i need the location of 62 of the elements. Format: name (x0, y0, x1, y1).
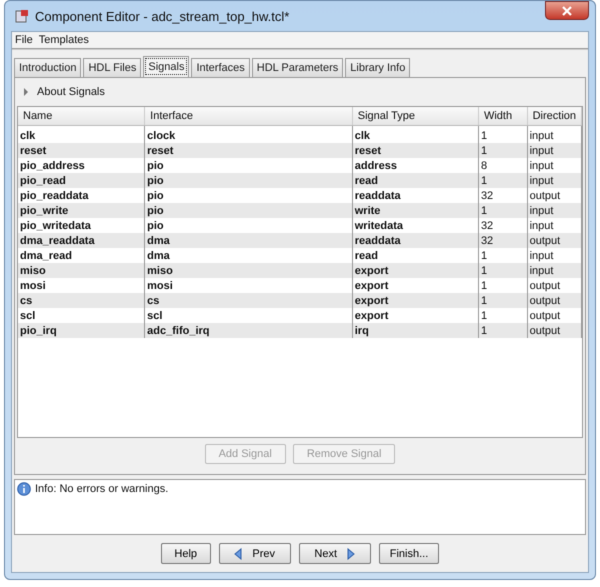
table-cell: export (352, 263, 478, 278)
tab[interactable]: Introduction (14, 58, 82, 78)
table-cell: cs (18, 293, 145, 308)
footer-button[interactable]: Prev (218, 543, 291, 564)
tab[interactable]: HDL Parameters (252, 58, 344, 78)
table-cell: input (527, 263, 582, 278)
table-cell: export (352, 293, 478, 308)
table-cell: input (527, 143, 582, 158)
menu-item[interactable]: File (15, 34, 33, 46)
column-header[interactable]: Width (478, 107, 528, 126)
table-cell: reset (352, 143, 478, 158)
table-cell: 1 (478, 203, 528, 218)
section-label[interactable]: About Signals (37, 86, 105, 98)
table-cell: readdata (352, 233, 478, 248)
table-cell: write (352, 203, 478, 218)
table-cell: reset (18, 143, 145, 158)
table-cell: pio_read (18, 173, 145, 188)
table-cell: 1 (478, 293, 528, 308)
tab[interactable]: Library Info (345, 58, 410, 78)
table-cell: adc_fifo_irq (144, 323, 352, 338)
table-cell: pio_irq (18, 323, 145, 338)
table-cell: read (352, 173, 478, 188)
column-header[interactable]: Signal Type (352, 107, 478, 126)
column-header[interactable]: Direction (527, 107, 582, 126)
table-cell: reset (144, 143, 352, 158)
table-cell: pio (144, 203, 352, 218)
table-cell: irq (352, 323, 478, 338)
table-cell: output (527, 293, 582, 308)
table-cell: 1 (478, 263, 528, 278)
right-triangle-icon (347, 548, 356, 560)
footer-button[interactable]: Next (298, 543, 371, 564)
table-cell: 1 (478, 323, 528, 338)
close-icon (562, 6, 572, 16)
menu-item[interactable]: Templates (38, 34, 89, 46)
table-cell: miso (18, 263, 145, 278)
table-cell: input (527, 173, 582, 188)
table-cell: output (527, 233, 582, 248)
table-cell: 1 (478, 143, 528, 158)
column-header[interactable]: Interface (144, 107, 352, 126)
table-cell: cs (144, 293, 352, 308)
table-cell: 32 (478, 233, 528, 248)
table-cell: miso (144, 263, 352, 278)
footer-button[interactable]: Help (160, 543, 211, 564)
table-cell: dma_readdata (18, 233, 145, 248)
table-cell: dma (144, 233, 352, 248)
tab[interactable]: Signals (143, 56, 190, 78)
table-cell: pio (144, 173, 352, 188)
table-cell: pio_write (18, 203, 145, 218)
info-icon (17, 482, 31, 496)
left-triangle-icon (234, 548, 242, 560)
table-cell: input (527, 203, 582, 218)
table-cell: output (527, 323, 582, 338)
footer-button[interactable]: Finish... (378, 543, 440, 564)
close-button[interactable] (545, 1, 589, 20)
window-title: Component Editor - adc_stream_top_hw.tcl* (35, 8, 290, 24)
table-cell: 1 (478, 173, 528, 188)
app-icon (15, 9, 29, 23)
column-header[interactable]: Name (18, 107, 145, 126)
message-text: Info: No errors or warnings. (35, 482, 168, 495)
triangle-icon[interactable] (24, 88, 28, 96)
tab[interactable]: HDL Files (83, 58, 142, 78)
tab[interactable]: Interfaces (191, 58, 250, 78)
